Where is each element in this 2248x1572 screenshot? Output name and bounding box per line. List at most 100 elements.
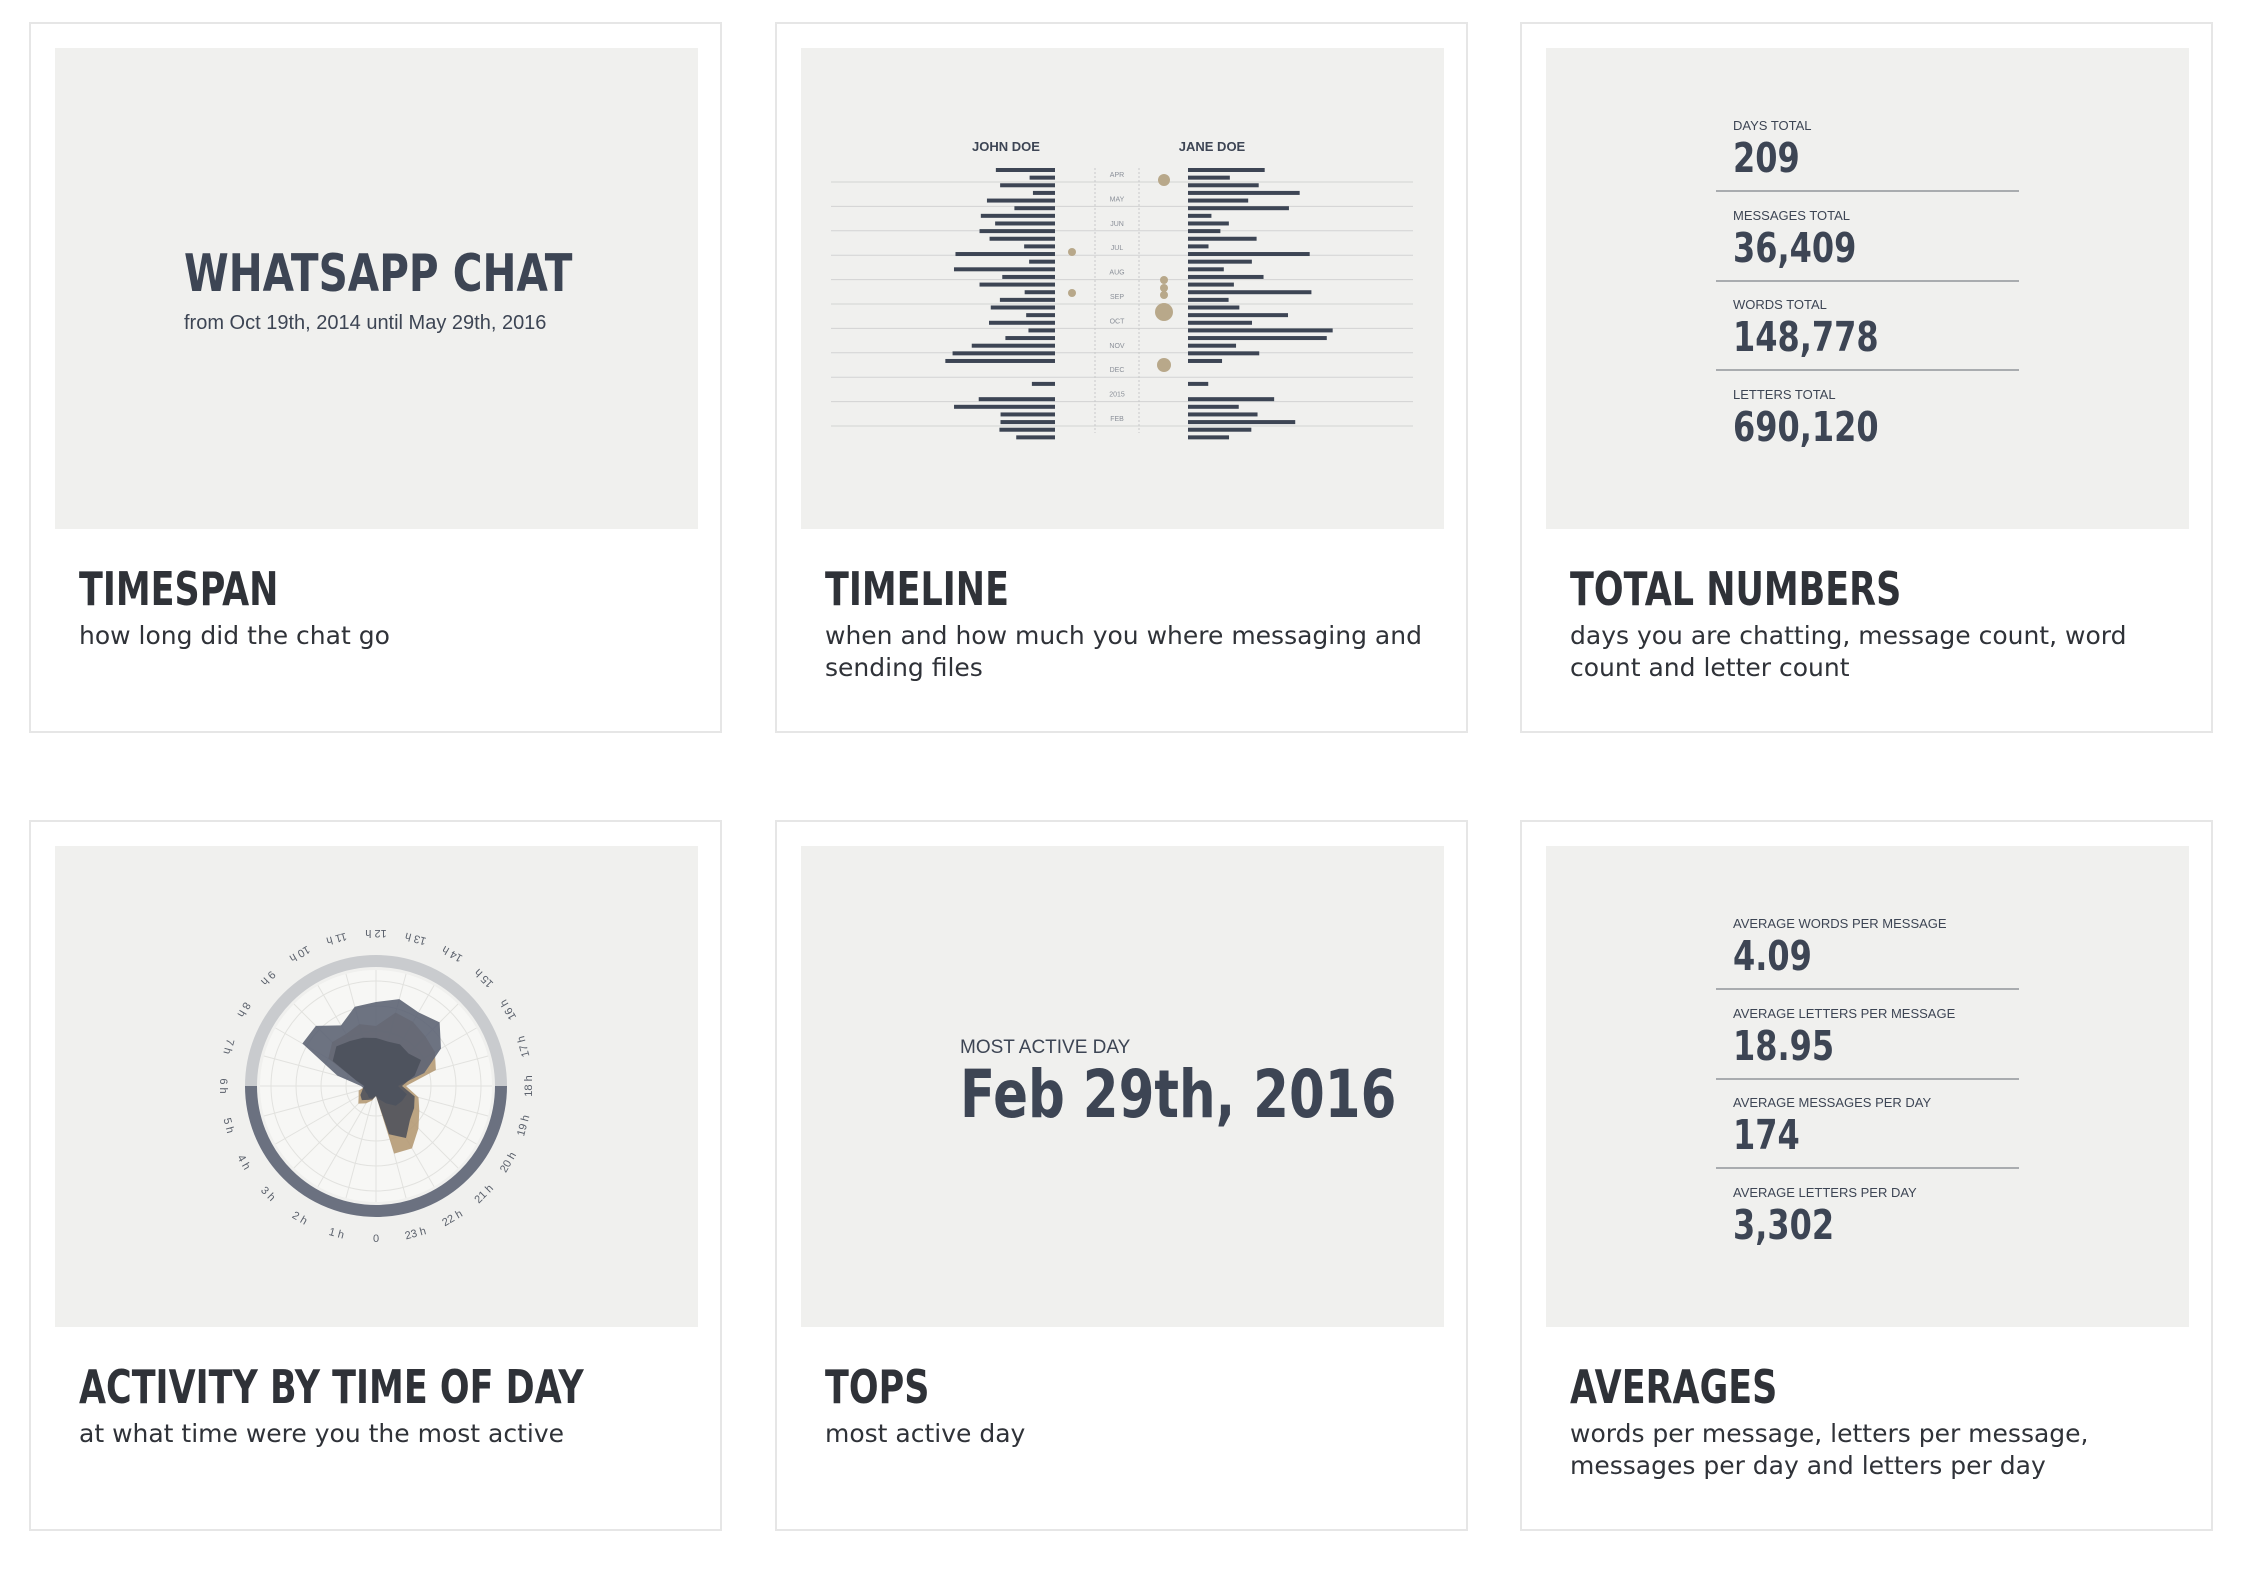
radial-hour-label: 16 h — [498, 997, 519, 1022]
radial-hour-label: 22 h — [440, 1208, 465, 1229]
preview-heading: WHATSAPP CHAT — [184, 244, 573, 304]
radial-hour-label: 19 h — [515, 1114, 532, 1138]
timeline-bar-left — [979, 282, 1055, 287]
stat-label: DAYS TOTAL — [1733, 118, 1812, 133]
timeline-file-dot — [1160, 291, 1168, 299]
timeline-bar-right — [1188, 397, 1275, 402]
timeline-bar-left — [1005, 336, 1055, 341]
timeline-bar-left — [990, 305, 1055, 310]
timeline-bar-left — [955, 252, 1055, 257]
timeline-bar-left — [1024, 290, 1055, 295]
stat-divider — [1716, 1167, 2019, 1169]
timeline-file-dot — [1160, 276, 1168, 284]
timeline-bar-left — [971, 343, 1055, 348]
stat-value: 209 — [1733, 134, 1800, 182]
timeline-right-name: JANE DOE — [1179, 139, 1246, 154]
timeline-file-dot — [1160, 284, 1168, 292]
radial-activity-chart: 0 1 h 2 h 3 h 4 h 5 h 6 h 7 h 8 h 9 h 10 h 11 h 12 h… — [217, 927, 535, 1245]
card-averages[interactable]: AVERAGE WORDS PER MESSAGE 4.09 AVERAGE L… — [1520, 820, 2213, 1531]
stat-value: 18.95 — [1733, 1022, 1835, 1070]
stat-value: 3,302 — [1733, 1201, 1835, 1249]
timeline-bar-right — [1188, 244, 1209, 249]
averages-preview: AVERAGE WORDS PER MESSAGE 4.09 AVERAGE L… — [1546, 846, 2189, 1327]
timeline-bar-left — [1000, 420, 1055, 425]
timeline-bar-left — [986, 198, 1055, 203]
card-activity-by-time[interactable]: 0 1 h 2 h 3 h 4 h 5 h 6 h 7 h 8 h 9 h 10 h 11 h 12 h… — [29, 820, 722, 1531]
timeline-file-dot — [1158, 174, 1170, 186]
timeline-bar-right — [1188, 229, 1221, 234]
timeline-bar-left — [995, 168, 1055, 172]
timeline-bar-left — [989, 320, 1055, 325]
timeline-month-label: NOV — [1109, 343, 1125, 350]
timeline-bar-right — [1188, 297, 1229, 302]
timeline-bar-right — [1188, 168, 1265, 172]
stat-divider — [1716, 369, 2019, 371]
radial-hour-label: 5 h — [220, 1117, 236, 1135]
card-total-numbers[interactable]: DAYS TOTAL 209 MESSAGES TOTAL 36,409 WOR… — [1520, 22, 2213, 733]
stat-label: MESSAGES TOTAL — [1733, 208, 1851, 223]
card-title: ACTIVITY BY TIME OF DAY — [79, 1360, 584, 1414]
timeline-month-label: SEP — [1110, 294, 1124, 301]
radial-hour-label: 20 h — [498, 1150, 519, 1175]
card-title: TOPS — [825, 1360, 930, 1414]
radial-hour-label: 17 h — [515, 1035, 532, 1059]
timespan-preview: WHATSAPP CHAT from Oct 19th, 2014 until … — [55, 48, 698, 529]
timeline-month-label: OCT — [1110, 318, 1126, 325]
timeline-month-label: 2015 — [1109, 392, 1125, 399]
card-description: words per message, letters per message, … — [1570, 1419, 2089, 1480]
timeline-month-label: DEC — [1110, 367, 1125, 374]
radial-hour-label: 4 h — [234, 1153, 252, 1172]
card-description: days you are chatting, message count, wo… — [1570, 621, 2127, 682]
timeline-bar-right — [1188, 351, 1260, 356]
timeline-bar-left — [1031, 381, 1055, 386]
timeline-month-label: MAY — [1110, 196, 1125, 203]
timeline-bar-left — [1029, 175, 1055, 180]
tops-value: Feb 29th, 2016 — [960, 1056, 1397, 1133]
timeline-bar-right — [1188, 213, 1212, 218]
radial-hour-label: 11 h — [325, 930, 348, 947]
timeline-bar-right — [1188, 274, 1264, 279]
radial-hour-label: 2 h — [290, 1209, 309, 1227]
timeline-bar-right — [1188, 206, 1289, 211]
card-timespan[interactable]: WHATSAPP CHAT from Oct 19th, 2014 until … — [29, 22, 722, 733]
radial-hour-label: 3 h — [258, 1185, 277, 1204]
timeline-bar-left — [995, 221, 1055, 226]
timeline-bar-right — [1188, 221, 1229, 226]
timeline-month-label: FEB — [1110, 416, 1124, 423]
timeline-bar-left — [1032, 190, 1055, 195]
card-tops[interactable]: MOST ACTIVE DAY Feb 29th, 2016 TOPS most… — [775, 820, 1468, 1531]
timeline-bar-right — [1188, 320, 1253, 325]
timeline-left-name: JOHN DOE — [972, 139, 1040, 154]
timeline-bar-left — [952, 351, 1055, 356]
timeline-bar-left — [1002, 274, 1055, 279]
timeline-bar-left — [1000, 412, 1055, 417]
timeline-bar-right — [1188, 381, 1209, 386]
card-title: TIMELINE — [825, 562, 1009, 616]
card-timeline[interactable]: JOHN DOE JANE DOE APR MAY JUN JUL AUG SEP OCT N… — [775, 22, 1468, 733]
timeline-bar-right — [1188, 236, 1257, 241]
radial-hour-label: 21 h — [472, 1182, 496, 1206]
timeline-bar-right — [1188, 259, 1252, 264]
activity-preview: 0 1 h 2 h 3 h 4 h 5 h 6 h 7 h 8 h 9 h 10 h 11 h 12 h… — [55, 846, 698, 1327]
radial-hour-label: 12 h — [365, 927, 386, 939]
card-description: when and how much you where messaging an… — [825, 621, 1422, 682]
timeline-file-dot — [1068, 248, 1076, 256]
stat-divider — [1716, 1078, 2019, 1080]
stat-label: AVERAGE LETTERS PER DAY — [1733, 1185, 1917, 1200]
tops-preview: MOST ACTIVE DAY Feb 29th, 2016 — [801, 846, 1444, 1327]
timeline-bar-right — [1188, 267, 1224, 272]
timeline-bar-left — [1024, 244, 1055, 249]
timeline-bar-right — [1188, 404, 1239, 409]
card-title: TOTAL NUMBERS — [1570, 562, 1902, 616]
timeline-month-label: APR — [1110, 172, 1124, 179]
timeline-bar-right — [1188, 336, 1327, 341]
stat-divider — [1716, 190, 2019, 192]
preview-subheading: from Oct 19th, 2014 until May 29th, 2016 — [184, 312, 547, 334]
radial-hour-label: 23 h — [404, 1225, 428, 1242]
radial-hour-label: 1 h — [327, 1226, 345, 1242]
timeline-bar-right — [1188, 313, 1289, 318]
timeline-bar-right — [1188, 305, 1240, 310]
timeline-bar-right — [1188, 198, 1249, 203]
card-description: how long did the chat go — [79, 621, 390, 650]
stat-divider — [1716, 280, 2019, 282]
